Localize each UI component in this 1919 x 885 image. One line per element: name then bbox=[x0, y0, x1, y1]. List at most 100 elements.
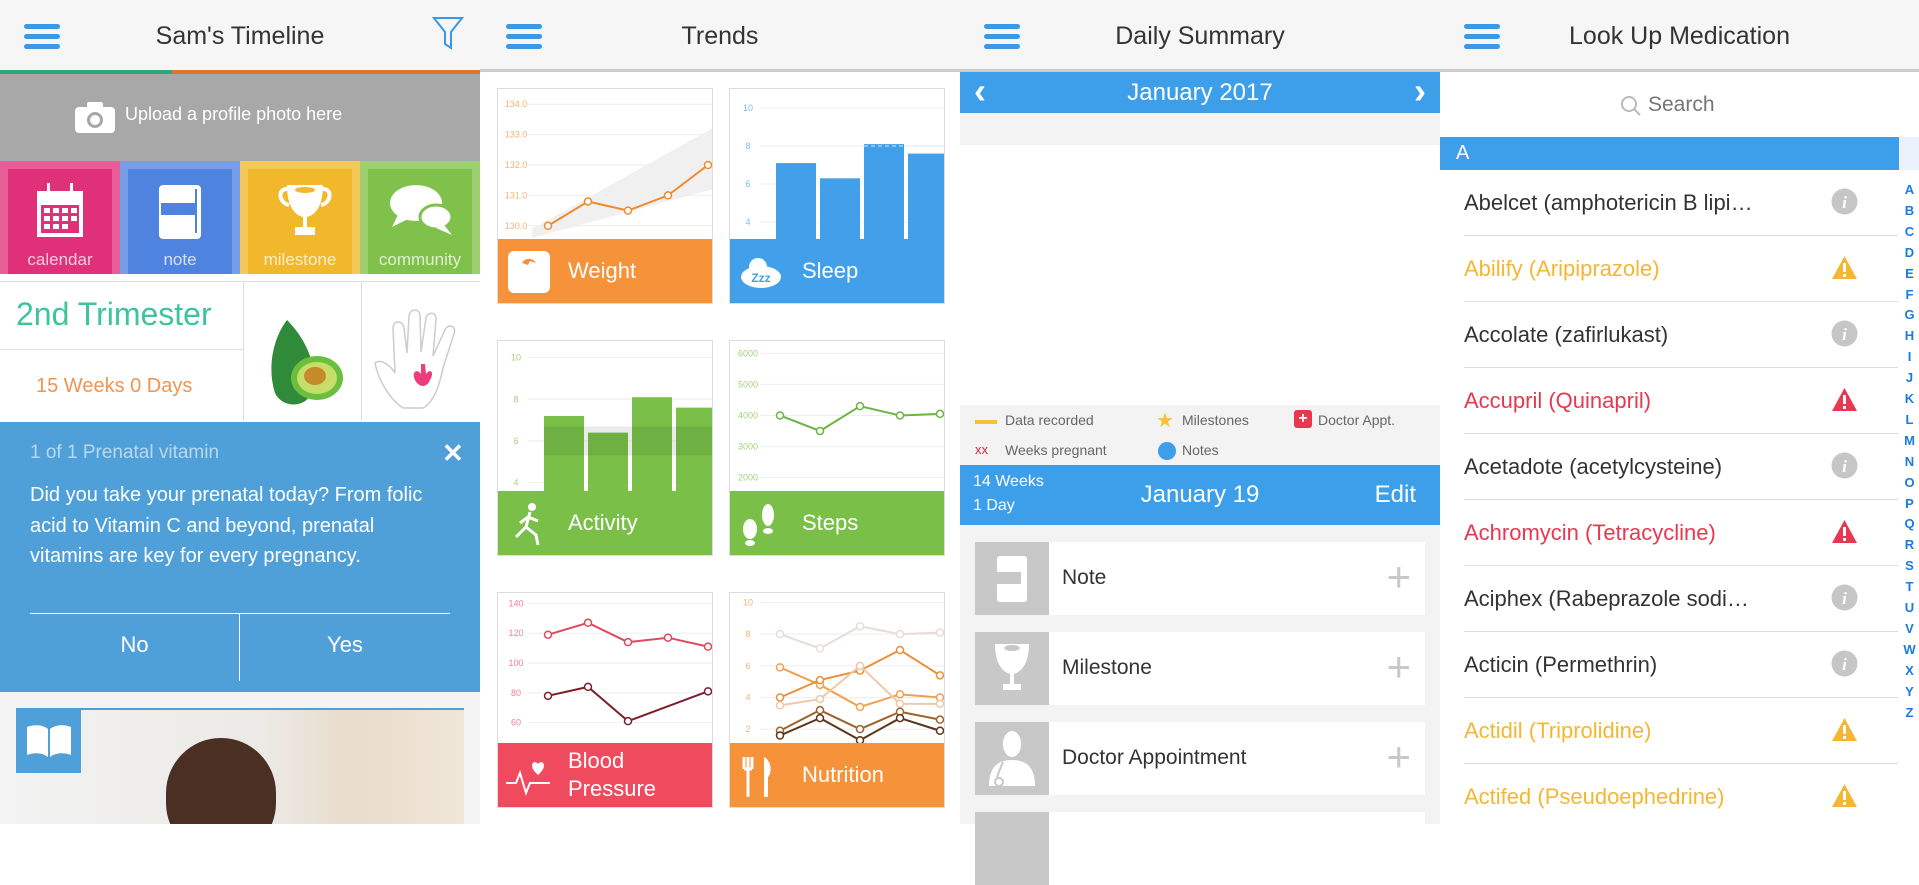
article-image[interactable] bbox=[16, 708, 464, 824]
svg-text:i: i bbox=[1842, 193, 1847, 212]
medication-row[interactable]: Abelcet (amphotericin B lipi… i bbox=[1440, 170, 1898, 236]
index-letter[interactable]: I bbox=[1900, 349, 1919, 364]
star-icon: ★ bbox=[1156, 410, 1174, 432]
add-icon[interactable]: + bbox=[1386, 736, 1411, 778]
info-icon[interactable]: i bbox=[1831, 584, 1858, 611]
entry-doctor-appointment[interactable]: Doctor Appointment + bbox=[975, 722, 1425, 795]
search-input[interactable] bbox=[1648, 89, 1808, 121]
index-letter[interactable]: Z bbox=[1900, 705, 1919, 720]
medication-row[interactable]: Actidil (Triprolidine) bbox=[1440, 698, 1898, 764]
add-icon[interactable]: + bbox=[1386, 556, 1411, 598]
filter-icon[interactable] bbox=[432, 16, 464, 50]
index-letter[interactable]: J bbox=[1900, 370, 1919, 385]
index-letter[interactable]: E bbox=[1900, 266, 1919, 281]
data-point bbox=[895, 713, 905, 723]
trend-card-steps[interactable]: 6000 5000 4000 3000 2000 Steps bbox=[729, 340, 945, 556]
no-button[interactable]: No bbox=[30, 614, 240, 681]
index-letter[interactable]: G bbox=[1900, 307, 1919, 322]
reminder-body: Did you take your prenatal today? From f… bbox=[30, 484, 423, 567]
data-point bbox=[895, 645, 905, 655]
baby-size-cell[interactable] bbox=[245, 282, 362, 421]
warning-icon[interactable] bbox=[1831, 782, 1858, 809]
medication-row[interactable]: Accupril (Quinapril) bbox=[1440, 368, 1898, 434]
data-point bbox=[815, 705, 825, 715]
trend-label: Blood Pressure bbox=[568, 748, 657, 801]
legend-doctor: Doctor Appt. bbox=[1318, 412, 1396, 428]
camera-icon bbox=[75, 102, 115, 133]
calendar-grid bbox=[960, 145, 1440, 405]
warning-icon[interactable] bbox=[1831, 518, 1858, 545]
medication-row[interactable]: Acetadote (acetylcysteine) i bbox=[1440, 434, 1898, 500]
data-point bbox=[815, 644, 825, 653]
trend-chart: 134.0 133.0 132.0 131.0 130.0 bbox=[505, 99, 712, 238]
trend-card-activity[interactable]: 10 8 6 4 Activity bbox=[497, 340, 713, 556]
index-letter[interactable]: X bbox=[1900, 663, 1919, 678]
hand-size-cell[interactable] bbox=[363, 282, 480, 421]
info-icon[interactable]: i bbox=[1831, 650, 1858, 677]
page-title: Look Up Medication bbox=[1569, 22, 1790, 50]
medication-name: Aciphex (Rabeprazole sodi… bbox=[1464, 586, 1749, 611]
medication-row[interactable]: Accolate (zafirlukast) i bbox=[1440, 302, 1898, 368]
medication-name: Accupril (Quinapril) bbox=[1464, 388, 1652, 413]
index-letter[interactable]: V bbox=[1900, 621, 1919, 636]
info-icon[interactable]: i bbox=[1831, 320, 1858, 347]
more-entry[interactable] bbox=[975, 812, 1425, 885]
tile-calendar[interactable]: calendar bbox=[0, 161, 120, 274]
medication-row[interactable]: Aciphex (Rabeprazole sodi… i bbox=[1440, 566, 1898, 632]
tile-face: milestone bbox=[248, 169, 352, 274]
medication-row[interactable]: Achromycin (Tetracycline) bbox=[1440, 500, 1898, 566]
reminder-title: 1 of 1 Prenatal vitamin bbox=[30, 442, 220, 463]
trend-card-weight[interactable]: 134.0 133.0 132.0 131.0 130.0 Weight bbox=[497, 88, 713, 304]
medication-row[interactable]: Abilify (Aripiprazole) bbox=[1440, 236, 1898, 302]
index-letter[interactable]: F bbox=[1900, 287, 1919, 302]
trend-label-band: Zzz Sleep bbox=[730, 239, 944, 303]
y-tick-label: 140 bbox=[508, 598, 523, 608]
trend-card-blood-pressure[interactable]: 140 120 100 80 60 Blood Pressure bbox=[497, 592, 713, 808]
index-letter[interactable]: R bbox=[1900, 537, 1919, 552]
data-point bbox=[855, 724, 865, 734]
add-icon[interactable]: + bbox=[1386, 646, 1411, 688]
trend-card-nutrition[interactable]: 10 8 6 4 2 Nutrition bbox=[729, 592, 945, 808]
index-letter[interactable]: B bbox=[1900, 203, 1919, 218]
medication-name: Acetadote (acetylcysteine) bbox=[1464, 454, 1723, 479]
index-letter[interactable]: T bbox=[1900, 579, 1919, 594]
entry-milestone[interactable]: Milestone + bbox=[975, 632, 1425, 705]
index-letter[interactable]: C bbox=[1900, 224, 1919, 239]
warning-icon[interactable] bbox=[1831, 716, 1858, 743]
index-letter[interactable]: A bbox=[1900, 182, 1919, 197]
trend-label-band: Activity bbox=[498, 491, 712, 555]
index-letter[interactable]: Y bbox=[1900, 684, 1919, 699]
medication-row[interactable]: Actifed (Pseudoephedrine) bbox=[1440, 764, 1898, 830]
close-icon[interactable]: ✕ bbox=[442, 438, 464, 469]
index-letter[interactable]: H bbox=[1900, 328, 1919, 343]
tile-milestone[interactable]: milestone bbox=[240, 161, 360, 274]
index-letter[interactable]: P bbox=[1900, 496, 1919, 511]
index-letter[interactable]: S bbox=[1900, 558, 1919, 573]
entry-note[interactable]: Note + bbox=[975, 542, 1425, 615]
tile-label: milestone bbox=[263, 250, 337, 269]
next-month-button[interactable]: › bbox=[1414, 72, 1426, 110]
index-letter[interactable]: O bbox=[1900, 475, 1919, 490]
tile-community[interactable]: community bbox=[360, 161, 480, 274]
yes-button[interactable]: Yes bbox=[240, 614, 450, 681]
edit-button[interactable]: Edit bbox=[1375, 481, 1416, 509]
warning-icon[interactable] bbox=[1831, 254, 1858, 281]
trend-card-sleep[interactable]: 10 8 6 4 Zzz Sleep bbox=[729, 88, 945, 304]
index-letter[interactable]: U bbox=[1900, 600, 1919, 615]
index-letter[interactable]: K bbox=[1900, 391, 1919, 406]
index-letter[interactable]: L bbox=[1900, 412, 1919, 427]
search-bar[interactable] bbox=[1440, 75, 1919, 137]
index-letter[interactable]: N bbox=[1900, 454, 1919, 469]
info-icon[interactable]: i bbox=[1831, 188, 1858, 215]
runner-icon bbox=[506, 501, 552, 547]
upload-photo-banner[interactable]: Upload a profile photo here bbox=[0, 74, 480, 161]
warning-icon[interactable] bbox=[1831, 386, 1858, 413]
info-icon[interactable]: i bbox=[1831, 452, 1858, 479]
index-letter[interactable]: Q bbox=[1900, 516, 1919, 531]
index-letter[interactable]: D bbox=[1900, 245, 1919, 260]
medication-row[interactable]: Acticin (Permethrin) i bbox=[1440, 632, 1898, 698]
index-letter[interactable]: M bbox=[1900, 433, 1919, 448]
reminder-card: 1 of 1 Prenatal vitamin ✕ Did you take y… bbox=[0, 422, 480, 692]
index-letter[interactable]: W bbox=[1900, 642, 1919, 657]
tile-note[interactable]: note bbox=[120, 161, 240, 274]
